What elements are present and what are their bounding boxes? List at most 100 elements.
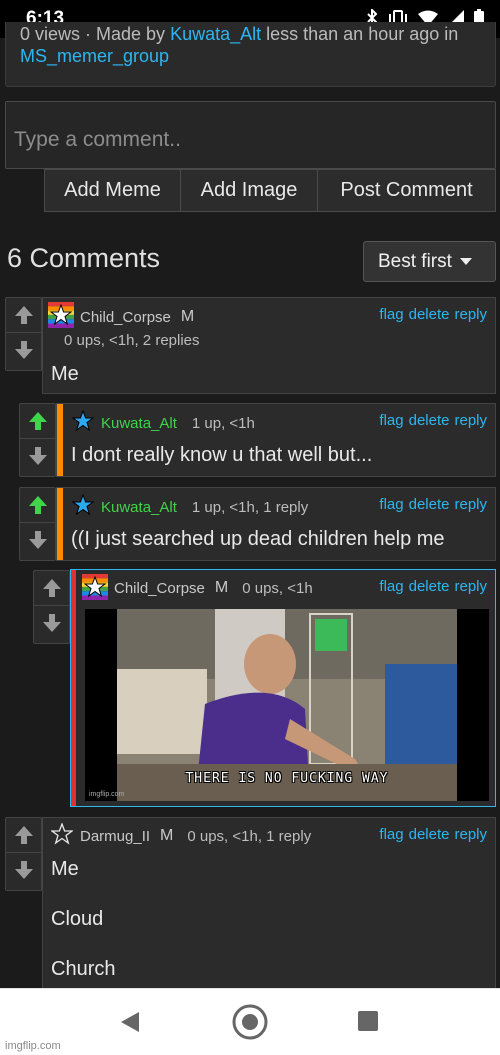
arrow-down-icon: [14, 340, 33, 359]
comment-text-line: Me: [51, 858, 79, 880]
comment-meta: 0 ups, <1h, 2 replies: [64, 332, 200, 349]
username-link[interactable]: Darmug_II: [80, 828, 150, 845]
reply-link[interactable]: reply: [454, 306, 487, 323]
reply-link[interactable]: reply: [454, 826, 487, 843]
flag-link[interactable]: flag: [379, 496, 403, 513]
username-link[interactable]: Child_Corpse: [80, 309, 171, 326]
add-image-button[interactable]: Add Image: [181, 169, 318, 212]
username-link[interactable]: Child_Corpse: [114, 580, 205, 597]
avatar[interactable]: [82, 574, 108, 605]
reply-link[interactable]: reply: [454, 412, 487, 429]
post-comment-button[interactable]: Post Comment: [318, 169, 496, 212]
meme-watermark: imgflip.com: [89, 791, 125, 798]
vote-column: [5, 297, 42, 371]
reply-indicator-bar: [71, 570, 76, 806]
comment-text: ((I just searched up dead children help …: [71, 528, 445, 550]
chevron-down-icon: [459, 258, 472, 265]
flag-link[interactable]: flag: [379, 306, 403, 323]
arrow-up-icon: [28, 412, 47, 430]
comment-header: Kuwata_Alt 1 up, <1h, 1 reply: [101, 496, 308, 518]
vote-column: [19, 403, 56, 477]
upvote-button[interactable]: [34, 571, 69, 605]
avatar[interactable]: [71, 409, 95, 437]
meme-image[interactable]: THERE IS NO FUCKING WAY imgflip.com: [85, 609, 489, 801]
downvote-button[interactable]: [20, 438, 55, 472]
home-icon[interactable]: [231, 1003, 269, 1046]
post-meta: 0 views · Made by Kuwata_Alt less than a…: [5, 22, 496, 87]
username-link[interactable]: Kuwata_Alt: [101, 499, 177, 516]
comment-actions: flag delete reply: [374, 496, 487, 513]
delete-link[interactable]: delete: [409, 578, 450, 595]
comment-header: Child_Corpse M: [80, 306, 194, 328]
outline-star-icon: [50, 822, 74, 845]
mod-badge: M: [214, 579, 229, 596]
upvote-button[interactable]: [6, 818, 41, 852]
reply-link[interactable]: reply: [454, 496, 487, 513]
delete-link[interactable]: delete: [409, 306, 450, 323]
flag-link[interactable]: flag: [379, 412, 403, 429]
upvote-button[interactable]: [20, 404, 55, 438]
android-nav-bar: imgflip.com: [0, 988, 500, 1055]
blue-star-icon: [71, 493, 95, 516]
flag-link[interactable]: flag: [379, 578, 403, 595]
comment-body: Darmug_II M 0 ups, <1h, 1 reply flag dele…: [42, 817, 496, 992]
comment-text-line: Cloud: [51, 908, 104, 930]
upvote-button[interactable]: [20, 488, 55, 522]
username-link[interactable]: Kuwata_Alt: [101, 415, 177, 432]
post-author-link[interactable]: Kuwata_Alt: [170, 24, 261, 44]
downvote-button[interactable]: [34, 605, 69, 639]
avatar[interactable]: [71, 493, 95, 521]
comment-header: Kuwata_Alt 1 up, <1h: [101, 412, 255, 434]
upvote-button[interactable]: [6, 298, 41, 332]
comment-input[interactable]: [6, 102, 495, 168]
arrow-down-icon: [28, 530, 47, 549]
arrow-down-icon: [42, 613, 61, 632]
reply-indicator-bar: [57, 404, 63, 476]
blue-star-icon: [71, 409, 95, 432]
back-icon[interactable]: [120, 1011, 140, 1038]
comment-header: Darmug_II M 0 ups, <1h, 1 reply: [80, 825, 311, 847]
delete-link[interactable]: delete: [409, 412, 450, 429]
vote-column: [5, 817, 42, 891]
sort-dropdown[interactable]: Best first: [363, 241, 496, 282]
downvote-button[interactable]: [6, 852, 41, 886]
comment-meta: 0 ups, <1h, 1 reply: [187, 827, 312, 845]
comment-actions: flag delete reply: [374, 826, 487, 843]
meme-caption: THERE IS NO FUCKING WAY: [185, 771, 389, 786]
reply-link[interactable]: reply: [454, 578, 487, 595]
reply-indicator-bar: [57, 488, 63, 560]
comment-input-box: [5, 101, 496, 169]
avatar[interactable]: [48, 302, 74, 333]
arrow-down-icon: [14, 860, 33, 879]
avatar[interactable]: [50, 822, 74, 850]
add-meme-button[interactable]: Add Meme: [44, 169, 181, 212]
comment-text: I dont really know u that well but...: [71, 444, 373, 466]
arrow-up-icon: [14, 826, 33, 844]
comment-body: Kuwata_Alt 1 up, <1h flag delete reply I d…: [56, 403, 496, 477]
comment-body: Child_Corpse M 0 ups, <1h, 2 replies fla…: [42, 297, 496, 394]
rainbow-star-icon: [82, 574, 108, 600]
comment-buttons: Add Meme Add Image Post Comment: [44, 169, 496, 212]
delete-link[interactable]: delete: [409, 496, 450, 513]
comment-body-highlighted: Child_Corpse M 0 ups, <1h flag delete repl…: [70, 569, 496, 807]
mod-badge: M: [180, 308, 195, 325]
post-time-text: less than an hour ago in: [261, 24, 459, 44]
delete-link[interactable]: delete: [409, 826, 450, 843]
arrow-down-icon: [28, 446, 47, 465]
views-text: 0 views · Made by: [20, 24, 171, 44]
comment-text: Me: [51, 363, 79, 385]
comment-actions: flag delete reply: [374, 578, 487, 595]
arrow-up-icon: [28, 496, 47, 514]
flag-link[interactable]: flag: [379, 826, 403, 843]
imgflip-watermark: imgflip.com: [5, 1040, 61, 1052]
mod-badge: M: [160, 827, 174, 844]
downvote-button[interactable]: [6, 332, 41, 366]
arrow-up-icon: [42, 579, 61, 597]
rainbow-star-icon: [48, 302, 74, 328]
downvote-button[interactable]: [20, 522, 55, 556]
comment-text-line: Church: [51, 958, 116, 980]
comment-header: Child_Corpse M 0 ups, <1h: [114, 577, 313, 599]
comment-meta: 1 up, <1h, 1 reply: [191, 498, 309, 516]
group-link[interactable]: MS_memer_group: [20, 46, 169, 67]
recents-icon[interactable]: [358, 1011, 378, 1036]
